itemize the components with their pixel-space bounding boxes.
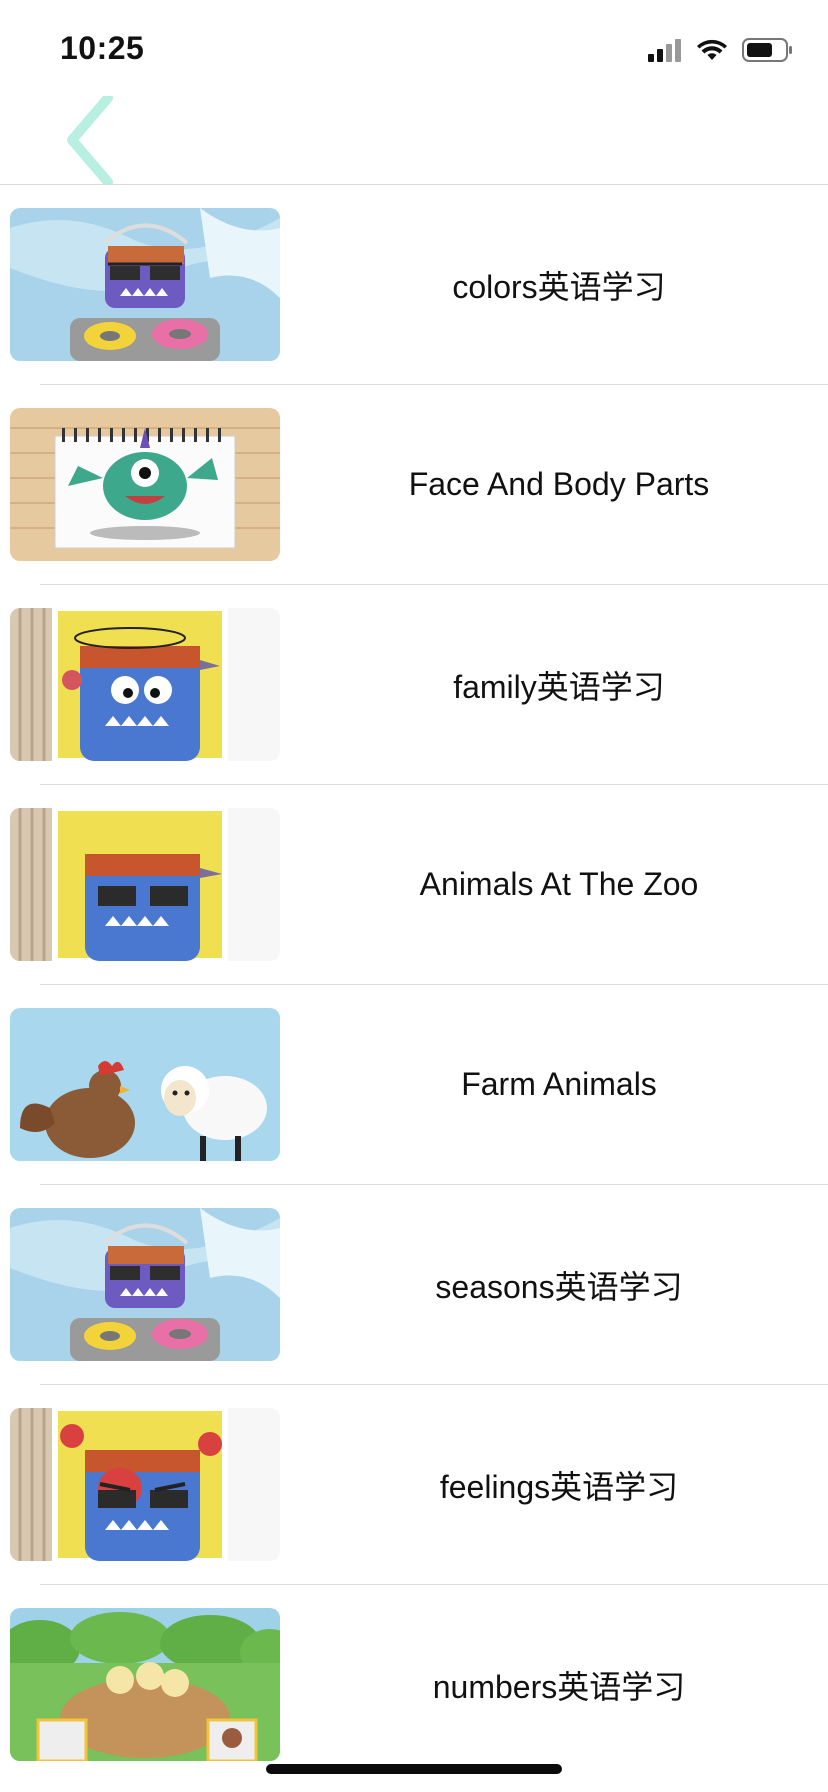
navigation-bar <box>0 93 828 187</box>
home-indicator[interactable] <box>266 1764 562 1774</box>
list-item[interactable]: numbers英语学习 <box>10 1585 828 1784</box>
lesson-title: family英语学习 <box>453 668 665 705</box>
lesson-title: Animals At The Zoo <box>419 866 699 902</box>
thumbnail-dizzy-monster <box>10 608 280 761</box>
lesson-title: feelings英语学习 <box>439 1468 679 1505</box>
status-bar: 10:25 <box>0 0 828 96</box>
thumbnail-hen-and-sheep <box>10 1008 280 1161</box>
list-item[interactable]: colors英语学习 <box>10 185 828 385</box>
battery-icon <box>742 38 792 62</box>
list-item[interactable]: seasons英语学习 <box>10 1185 828 1385</box>
signal-icon <box>648 39 681 62</box>
back-button[interactable] <box>58 93 128 187</box>
lesson-title: colors英语学习 <box>452 268 666 305</box>
lesson-title: Face And Body Parts <box>408 466 710 502</box>
thumbnail-angry-monster <box>10 1408 280 1561</box>
wifi-icon <box>697 39 727 60</box>
chevron-left-icon <box>67 93 113 187</box>
status-icons <box>648 38 794 62</box>
thumbnail-sunglasses-monster <box>10 808 280 961</box>
list-item[interactable]: feelings英语学习 <box>10 1385 828 1585</box>
lesson-title: Farm Animals <box>461 1066 657 1102</box>
thumbnail-chicks-nest <box>10 1608 280 1761</box>
list-item[interactable]: Animals At The Zoo <box>10 785 828 985</box>
list-item[interactable]: Face And Body Parts <box>10 385 828 585</box>
status-time: 10:25 <box>60 30 145 66</box>
thumbnail-dj-monster <box>10 208 280 361</box>
lesson-title: numbers英语学习 <box>432 1668 686 1705</box>
lesson-title: seasons英语学习 <box>435 1268 683 1305</box>
list-item[interactable]: Farm Animals <box>10 985 828 1185</box>
lesson-list: colors英语学习 Face And Body Parts family英语学… <box>0 185 828 1784</box>
thumbnail-notepad-monster <box>10 408 280 561</box>
thumbnail-dj-monster <box>10 1208 280 1361</box>
list-item[interactable]: family英语学习 <box>10 585 828 785</box>
